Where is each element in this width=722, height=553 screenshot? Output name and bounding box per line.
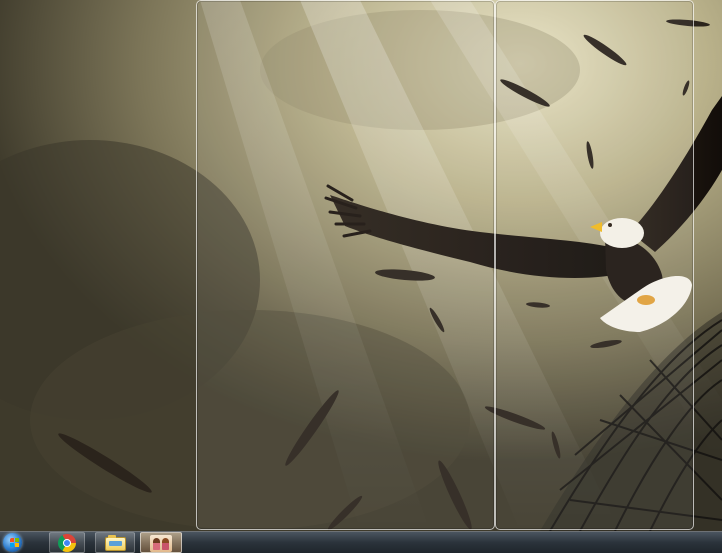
- desktop: [0, 0, 722, 531]
- taskbar-item-explorer[interactable]: [95, 532, 135, 553]
- windows-explorer-icon: [105, 535, 126, 551]
- photos-icon: [150, 535, 172, 552]
- taskbar-item-chrome[interactable]: [49, 532, 85, 553]
- taskbar-empty-area[interactable]: [186, 532, 722, 553]
- taskbar-item-photos[interactable]: [140, 532, 182, 553]
- chrome-icon: [58, 534, 76, 552]
- start-button[interactable]: [0, 532, 38, 553]
- aero-peek-window-outline[interactable]: [495, 0, 694, 530]
- aero-peek-window-outline[interactable]: [196, 0, 495, 530]
- taskbar: [0, 531, 722, 553]
- windows-orb-icon: [3, 533, 22, 552]
- windows-flag-icon: [10, 538, 20, 548]
